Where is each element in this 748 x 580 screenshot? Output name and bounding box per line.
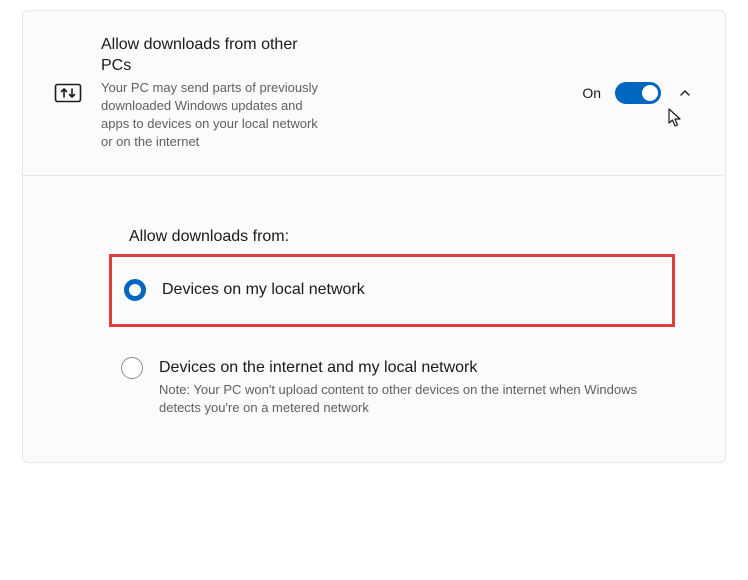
radio-label: Devices on my local network [162, 279, 660, 301]
toggle-state-label: On [582, 85, 601, 101]
radio-text: Devices on my local network [162, 279, 660, 301]
expanded-content: Allow downloads from: Devices on my loca… [23, 176, 725, 461]
toggle-knob [642, 85, 658, 101]
header-text-block: Allow downloads from other PCs Your PC m… [101, 35, 319, 151]
header-controls: On [582, 82, 695, 104]
header-description: Your PC may send parts of previously dow… [101, 79, 319, 152]
radio-unselected-icon [121, 357, 143, 379]
cursor-icon [668, 108, 684, 128]
chevron-up-icon[interactable] [675, 83, 695, 103]
radio-selected-icon [124, 279, 146, 301]
section-title: Allow downloads from: [129, 228, 675, 246]
radio-note: Note: Your PC won't upload content to ot… [159, 381, 663, 417]
allow-downloads-toggle[interactable] [615, 82, 661, 104]
radio-text: Devices on the internet and my local net… [159, 357, 663, 418]
radio-option-local-network[interactable]: Devices on my local network [109, 254, 675, 326]
header-title: Allow downloads from other PCs [101, 35, 319, 77]
radio-label: Devices on the internet and my local net… [159, 357, 663, 379]
radio-group: Devices on my local network Devices on t… [109, 264, 675, 425]
delivery-optimization-card: Allow downloads from other PCs Your PC m… [22, 10, 726, 463]
delivery-icon [53, 81, 83, 105]
radio-option-internet-and-local[interactable]: Devices on the internet and my local net… [109, 349, 675, 426]
card-header[interactable]: Allow downloads from other PCs Your PC m… [23, 11, 725, 176]
